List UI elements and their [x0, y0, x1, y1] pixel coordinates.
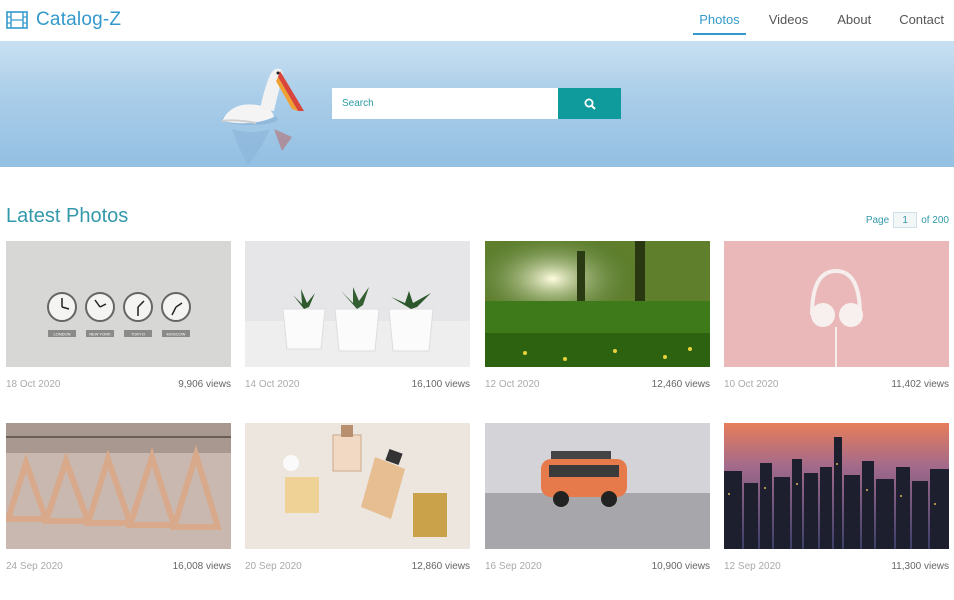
photo-thumbnail-headphones[interactable]	[724, 241, 949, 367]
photo-date: 16 Sep 2020	[485, 561, 542, 572]
pagination: Page of 200	[866, 212, 949, 228]
page-label: Page	[865, 214, 890, 226]
photo-date: 12 Oct 2020	[485, 379, 540, 390]
photo-date: 12 Sep 2020	[724, 561, 781, 572]
photo-date: 20 Sep 2020	[245, 561, 302, 572]
clock-label: TOKYO	[131, 332, 145, 337]
photo-meta: 12 Oct 2020 12,460 views	[485, 379, 710, 390]
photo-card: 12 Sep 2020 11,300 views	[724, 423, 949, 572]
photo-meta: 10 Oct 2020 11,402 views	[724, 379, 949, 390]
photo-thumbnail-hangers[interactable]	[6, 423, 231, 549]
nav-about[interactable]: About	[837, 12, 871, 27]
page-number-input[interactable]	[893, 212, 918, 228]
photo-thumbnail-toy-bus[interactable]	[485, 423, 710, 549]
pelican-image	[221, 68, 304, 165]
photo-card: 20 Sep 2020 12,860 views	[245, 423, 470, 572]
nav-contact[interactable]: Contact	[899, 12, 944, 27]
photo-views: 11,300 views	[891, 561, 949, 572]
photo-thumbnail-city[interactable]	[724, 423, 949, 549]
photo-card: 10 Oct 2020 11,402 views	[724, 241, 949, 390]
brand-name: Catalog-Z	[36, 9, 122, 30]
page-total: of 200	[921, 214, 949, 226]
photo-thumbnail-clocks[interactable]: LONDON NEW YORK TOKYO MOSCOW	[6, 241, 231, 367]
photo-views: 12,460 views	[651, 379, 710, 390]
photo-date: 14 Oct 2020	[245, 379, 300, 390]
nav-videos[interactable]: Videos	[769, 12, 809, 27]
photo-meta: 24 Sep 2020 16,008 views	[6, 561, 231, 572]
photo-meta: 18 Oct 2020 9,906 views	[6, 379, 231, 390]
hero-banner	[0, 41, 954, 167]
photo-card: 12 Oct 2020 12,460 views	[485, 241, 710, 390]
brand[interactable]: Catalog-Z	[6, 9, 121, 31]
photo-meta: 16 Sep 2020 10,900 views	[485, 561, 710, 572]
photo-views: 16,100 views	[411, 379, 470, 390]
search-button[interactable]	[558, 88, 621, 119]
film-icon	[6, 11, 28, 29]
photo-meta: 12 Sep 2020 11,300 views	[724, 561, 949, 572]
photo-views: 16,008 views	[172, 561, 231, 572]
nav-photos[interactable]: Photos	[693, 12, 747, 35]
main-nav: Photos Videos About Contact	[693, 12, 944, 35]
photo-meta: 20 Sep 2020 12,860 views	[245, 561, 470, 572]
clock-label: NEW YORK	[89, 332, 111, 337]
photo-meta: 14 Oct 2020 16,100 views	[245, 379, 470, 390]
photo-date: 10 Oct 2020	[724, 379, 779, 390]
photo-views: 9,906 views	[178, 379, 231, 390]
photo-thumbnail-succulents[interactable]	[245, 241, 470, 367]
photo-card: LONDON NEW YORK TOKYO MOSCOW 18 Oct 2020…	[6, 241, 231, 390]
section-title: Latest Photos	[6, 205, 129, 227]
photo-views: 11,402 views	[891, 379, 949, 390]
photo-thumbnail-perfumes[interactable]	[245, 423, 470, 549]
photo-card: 16 Sep 2020 10,900 views	[485, 423, 710, 572]
photo-thumbnail-forest[interactable]	[485, 241, 710, 367]
photo-card: 14 Oct 2020 16,100 views	[245, 241, 470, 390]
photo-views: 10,900 views	[651, 561, 710, 572]
photo-date: 18 Oct 2020	[6, 379, 61, 390]
photo-views: 12,860 views	[411, 561, 470, 572]
clock-label: MOSCOW	[167, 332, 186, 337]
search-input[interactable]	[332, 88, 558, 119]
photo-card: 24 Sep 2020 16,008 views	[6, 423, 231, 572]
search-icon	[584, 98, 596, 110]
clock-label: LONDON	[53, 332, 70, 337]
search-bar	[332, 88, 621, 119]
top-navbar: Catalog-Z Photos Videos About Contact	[0, 0, 954, 41]
photo-date: 24 Sep 2020	[6, 561, 63, 572]
